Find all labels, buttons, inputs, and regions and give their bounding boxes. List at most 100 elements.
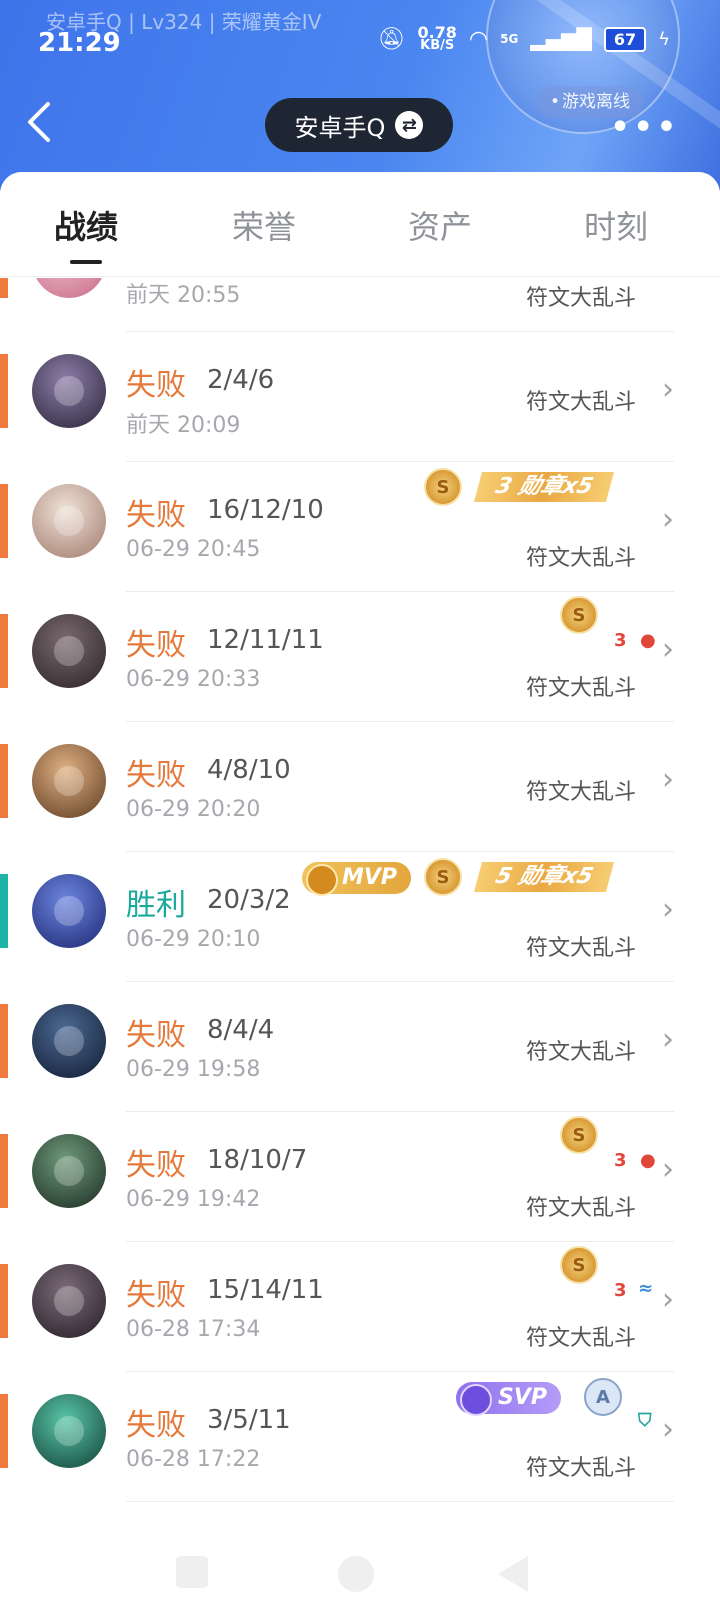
- match-row[interactable]: 失败 4/8/10 06-29 20:20 符文大乱斗 ›: [0, 722, 720, 852]
- champion-avatar: [32, 744, 106, 818]
- s-coin-icon: S: [424, 468, 462, 506]
- chevron-right-icon: ›: [662, 502, 674, 537]
- shield-icon: ⛉: [638, 1410, 652, 1431]
- app-header: 安卓手Q | Lv324 | 荣耀黄金IV 21:29 🔕︎ 0.78 KB/S…: [0, 0, 720, 200]
- match-row[interactable]: 失败 15/14/11 06-28 17:34 S 3 ≈ 符文大乱斗 ›: [0, 1242, 720, 1372]
- row-divider: [126, 1501, 674, 1502]
- result-bar: [0, 484, 8, 558]
- game-mode: 符文大乱斗: [525, 780, 636, 805]
- match-time: 06-29 20:20: [126, 797, 261, 822]
- net-speed: 0.78 KB/S: [417, 25, 456, 53]
- match-result: 失败: [126, 498, 186, 533]
- result-bar: [0, 1394, 8, 1468]
- result-bar: [0, 614, 8, 688]
- home-button[interactable]: [338, 1556, 374, 1592]
- grade-a-icon: A: [584, 1378, 622, 1416]
- match-time: 06-29 20:45: [126, 537, 261, 562]
- match-result: 失败: [126, 628, 186, 663]
- match-time: 06-29 20:33: [126, 667, 261, 692]
- s-coin-icon: S: [560, 1246, 598, 1284]
- s-coin-icon: S: [560, 596, 598, 634]
- more-button[interactable]: •••: [610, 110, 680, 145]
- recent-apps-button[interactable]: [176, 1556, 208, 1588]
- network-type: 5G: [500, 32, 519, 46]
- first-blood-badge: 3: [614, 1280, 627, 1301]
- medal-badge: 5 勋章x5: [473, 862, 615, 892]
- chevron-right-icon: ›: [662, 1282, 674, 1317]
- chevron-right-icon: ›: [662, 1152, 674, 1187]
- result-bar: [0, 744, 8, 818]
- match-kda: 8/4/4: [207, 1015, 275, 1045]
- svp-badge: SVP: [456, 1382, 561, 1416]
- status-icons: 🔕︎ 0.78 KB/S ◠ 5G ▂▄▆█ 67 ϟ: [377, 25, 671, 53]
- tab-bar: 战绩 荣誉 资产 时刻: [0, 172, 720, 277]
- result-bar: [0, 1134, 8, 1208]
- match-result: 失败: [126, 368, 186, 403]
- s-coin-icon: S: [424, 858, 462, 896]
- tab-moments[interactable]: 时刻: [584, 202, 648, 248]
- match-row[interactable]: 失败 3/5/11 06-28 17:22 SVP A ⛉ 符文大乱斗 ›: [0, 1372, 720, 1502]
- chevron-left-icon: [28, 102, 50, 142]
- charging-icon: ϟ: [658, 28, 670, 50]
- match-time: 前天 20:09: [126, 413, 241, 438]
- match-result: 失败: [126, 758, 186, 793]
- wave-icon: ≈: [638, 1278, 654, 1299]
- match-row[interactable]: 失败 2/4/6 前天 20:09 符文大乱斗 ›: [0, 332, 720, 462]
- result-bar: [0, 1004, 8, 1078]
- tab-honor[interactable]: 荣誉: [232, 202, 296, 248]
- match-time: 06-29 20:10: [126, 927, 261, 952]
- first-blood-badge: 3: [614, 1150, 627, 1171]
- champion-avatar: [32, 484, 106, 558]
- match-time: 前天 20:55: [126, 283, 241, 308]
- champion-avatar: [32, 1004, 106, 1078]
- system-back-button[interactable]: [498, 1556, 528, 1592]
- game-mode: 符文大乱斗: [525, 1040, 636, 1065]
- match-row[interactable]: 失败 12/11/11 06-29 20:33 S 3 ● 符文大乱斗 ›: [0, 592, 720, 722]
- tab-record[interactable]: 战绩: [54, 202, 118, 264]
- match-row[interactable]: 失败 8/4/4 06-29 19:58 符文大乱斗 ›: [0, 982, 720, 1112]
- match-list: 前天 20:55 符文大乱斗 失败 2/4/6 前天 20:09 符文大乱斗 ›…: [0, 278, 720, 1508]
- content-panel: 战绩 荣誉 资产 时刻 前天 20:55 符文大乱斗 失败 2/4/6 前天 2…: [0, 172, 720, 1610]
- match-kda: 4/8/10: [207, 755, 291, 785]
- match-result: 失败: [126, 1408, 186, 1443]
- match-kda: 16/12/10: [207, 495, 324, 525]
- match-result: 失败: [126, 1018, 186, 1053]
- back-button[interactable]: [24, 100, 68, 148]
- account-switch-pill[interactable]: 安卓手Q ⇄: [265, 98, 453, 152]
- match-time: 06-29 19:58: [126, 1057, 261, 1082]
- champion-avatar: [32, 278, 106, 298]
- champion-avatar: [32, 1134, 106, 1208]
- chevron-right-icon: ›: [662, 762, 674, 797]
- result-bar: [0, 1264, 8, 1338]
- mvp-badge: MVP: [302, 862, 412, 896]
- match-row[interactable]: 胜利 20/3/2 06-29 20:10 MVP S 5 勋章x5 符文大乱斗…: [0, 852, 720, 982]
- match-kda: 15/14/11: [207, 1275, 324, 1305]
- chevron-right-icon: ›: [662, 372, 674, 407]
- more-icon: •••: [610, 110, 680, 145]
- champion-avatar: [32, 614, 106, 688]
- battery-indicator: 67: [603, 26, 647, 52]
- match-time: 06-29 19:42: [126, 1187, 261, 1212]
- chevron-right-icon: ›: [662, 1022, 674, 1057]
- game-mode: 符文大乱斗: [525, 1326, 636, 1351]
- champion-avatar: [32, 354, 106, 428]
- svp-label: SVP: [498, 1385, 547, 1410]
- match-kda: 20/3/2: [207, 885, 291, 915]
- wifi-icon: ◠: [468, 26, 489, 52]
- match-row[interactable]: 前天 20:55 符文大乱斗: [0, 278, 720, 332]
- medal-badge: 3 勋章x5: [473, 472, 615, 502]
- game-mode: 符文大乱斗: [525, 1456, 636, 1481]
- result-bar: [0, 874, 8, 948]
- game-mode: 符文大乱斗: [525, 546, 636, 571]
- game-mode: 符文大乱斗: [525, 1196, 636, 1221]
- champion-avatar: [32, 1264, 106, 1338]
- match-row[interactable]: 失败 18/10/7 06-29 19:42 S 3 ● 符文大乱斗 ›: [0, 1112, 720, 1242]
- match-result: 失败: [126, 1148, 186, 1183]
- mute-icon: 🔕︎: [377, 26, 406, 52]
- match-kda: 18/10/7: [207, 1145, 308, 1175]
- match-time: 06-28 17:22: [126, 1447, 261, 1472]
- mvp-label: MVP: [342, 865, 398, 890]
- tab-assets[interactable]: 资产: [408, 202, 472, 248]
- match-row[interactable]: 失败 16/12/10 06-29 20:45 S 3 勋章x5 符文大乱斗 ›: [0, 462, 720, 592]
- chevron-right-icon: ›: [662, 632, 674, 667]
